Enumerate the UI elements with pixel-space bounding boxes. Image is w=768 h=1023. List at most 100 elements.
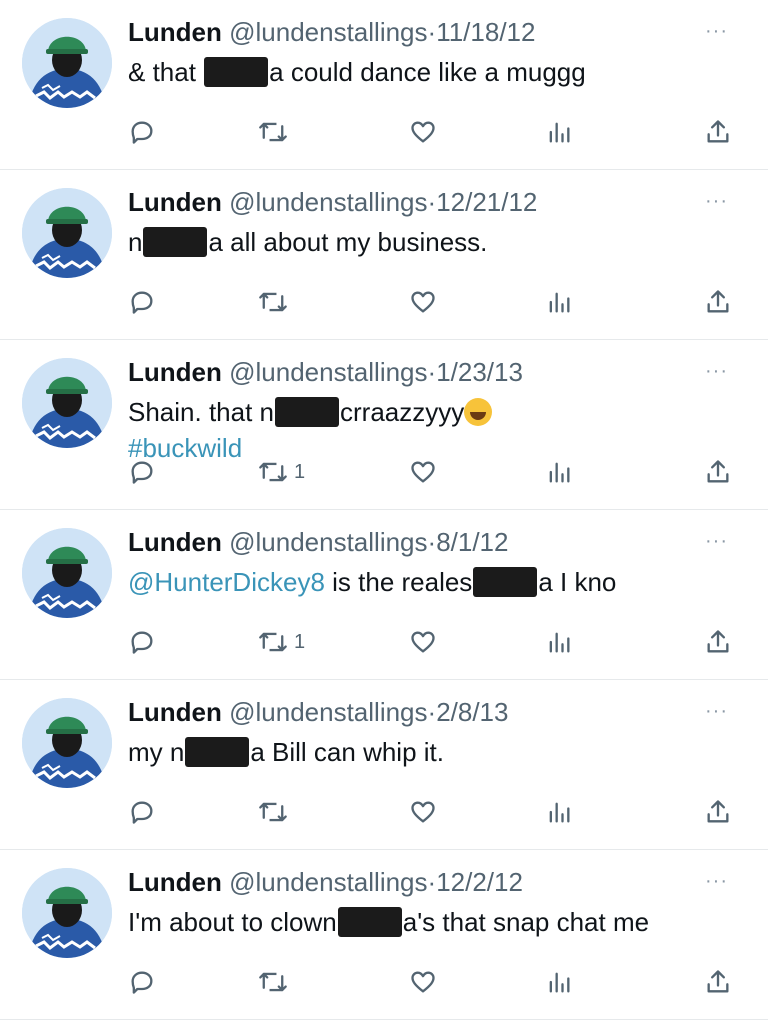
separator-dot: ·	[427, 527, 437, 557]
tweet-date[interactable]: 1/23/13	[436, 357, 523, 387]
tweet-text: Shain. that n crraazzyyy #buckwild	[128, 394, 728, 466]
views-icon	[549, 122, 570, 143]
more-options-icon[interactable]: ···	[705, 190, 728, 213]
tweet-header: Lunden @lundenstallings·12/21/12	[128, 184, 537, 220]
more-options-icon[interactable]: ···	[705, 20, 728, 43]
retweet-button[interactable]	[258, 117, 294, 147]
tweet[interactable]: Lunden @lundenstallings·12/21/12 ··· n a …	[0, 170, 768, 340]
user-handle[interactable]: @lundenstallings	[229, 17, 427, 47]
reply-icon	[131, 631, 153, 654]
more-options-icon[interactable]: ···	[705, 700, 728, 723]
share-button[interactable]	[704, 287, 732, 317]
user-handle[interactable]: @lundenstallings	[229, 697, 427, 727]
avatar-image	[22, 868, 112, 958]
tweet[interactable]: Lunden @lundenstallings·11/18/12 ··· & t…	[0, 0, 768, 170]
retweet-button[interactable]	[258, 797, 294, 827]
reply-button[interactable]	[128, 797, 156, 827]
like-button[interactable]	[408, 967, 438, 997]
tweet-date[interactable]: 12/2/12	[436, 867, 523, 897]
tweet-date[interactable]: 11/18/12	[436, 17, 535, 47]
retweet-button[interactable]: 1	[258, 627, 305, 657]
display-name[interactable]: Lunden	[128, 697, 222, 727]
tweet-header: Lunden @lundenstallings·11/18/12	[128, 14, 535, 50]
avatar[interactable]	[22, 188, 112, 278]
views-button[interactable]	[546, 457, 572, 487]
tweet-text-segment: a's that snap chat me	[402, 907, 650, 937]
avatar-image	[22, 18, 112, 108]
reply-button[interactable]	[128, 627, 156, 657]
tweet-text-segment: a Bill can whip it.	[250, 737, 444, 767]
more-options-icon[interactable]: ···	[705, 530, 728, 553]
views-icon	[549, 632, 570, 653]
views-button[interactable]	[546, 627, 572, 657]
tweet-text: my n a Bill can whip it.	[128, 734, 728, 770]
like-button[interactable]	[408, 287, 438, 317]
heart-icon	[411, 461, 435, 483]
reply-button[interactable]	[128, 117, 156, 147]
tweet[interactable]: Lunden @lundenstallings·2/8/13 ··· my n a…	[0, 680, 768, 850]
like-button[interactable]	[408, 627, 438, 657]
reply-button[interactable]	[128, 457, 156, 487]
like-button[interactable]	[408, 797, 438, 827]
like-button[interactable]	[408, 117, 438, 147]
user-handle[interactable]: @lundenstallings	[229, 357, 427, 387]
tweet-text-segment: crraazzyyy	[340, 397, 465, 427]
avatar[interactable]	[22, 698, 112, 788]
avatar-image	[22, 358, 112, 448]
tweet-text: n a all about my business.	[128, 224, 728, 260]
share-button[interactable]	[704, 967, 732, 997]
views-button[interactable]	[546, 797, 572, 827]
display-name[interactable]: Lunden	[128, 527, 222, 557]
avatar[interactable]	[22, 528, 112, 618]
tweet-text-segment: Shain. that n	[128, 397, 274, 427]
tweet-date[interactable]: 12/21/12	[436, 187, 537, 217]
reply-button[interactable]	[128, 287, 156, 317]
views-button[interactable]	[546, 287, 572, 317]
share-button[interactable]	[704, 797, 732, 827]
avatar[interactable]	[22, 868, 112, 958]
share-button[interactable]	[704, 457, 732, 487]
more-options-icon[interactable]: ···	[705, 870, 728, 893]
user-handle[interactable]: @lundenstallings	[229, 187, 427, 217]
tweet-text: I'm about to clown a's that snap chat me	[128, 904, 728, 940]
display-name[interactable]: Lunden	[128, 357, 222, 387]
tweet-date[interactable]: 8/1/12	[436, 527, 508, 557]
tweet-header: Lunden @lundenstallings·12/2/12	[128, 864, 523, 900]
tweet-date[interactable]: 2/8/13	[436, 697, 508, 727]
avatar-image	[22, 188, 112, 278]
more-options-icon[interactable]: ···	[705, 360, 728, 383]
tweet[interactable]: Lunden @lundenstallings·1/23/13 ··· Shai…	[0, 340, 768, 510]
views-button[interactable]	[546, 117, 572, 147]
retweet-button[interactable]	[258, 967, 294, 997]
share-button[interactable]	[704, 627, 732, 657]
reply-button[interactable]	[128, 967, 156, 997]
avatar[interactable]	[22, 358, 112, 448]
user-handle[interactable]: @lundenstallings	[229, 867, 427, 897]
avatar-image	[22, 528, 112, 618]
redaction-block	[473, 567, 538, 597]
retweet-button[interactable]	[258, 287, 294, 317]
mention-link[interactable]: @HunterDickey8	[128, 567, 325, 597]
redaction-block	[275, 397, 339, 427]
retweet-icon	[259, 122, 287, 142]
separator-dot: ·	[427, 697, 437, 727]
views-button[interactable]	[546, 967, 572, 997]
avatar[interactable]	[22, 18, 112, 108]
display-name[interactable]: Lunden	[128, 187, 222, 217]
retweet-button[interactable]: 1	[258, 457, 305, 487]
share-button[interactable]	[704, 117, 732, 147]
redaction-block	[185, 737, 250, 767]
tweet-header: Lunden @lundenstallings·1/23/13	[128, 354, 523, 390]
reply-icon	[131, 461, 153, 484]
tweet[interactable]: Lunden @lundenstallings·8/1/12 ··· @Hunt…	[0, 510, 768, 680]
display-name[interactable]: Lunden	[128, 867, 222, 897]
heart-icon	[411, 121, 435, 143]
redaction-block	[143, 227, 208, 257]
like-button[interactable]	[408, 457, 438, 487]
separator-dot: ·	[427, 187, 437, 217]
share-icon	[707, 290, 729, 313]
user-handle[interactable]: @lundenstallings	[229, 527, 427, 557]
tweet[interactable]: Lunden @lundenstallings·12/2/12 ··· I'm …	[0, 850, 768, 1020]
share-icon	[707, 630, 729, 653]
display-name[interactable]: Lunden	[128, 17, 222, 47]
